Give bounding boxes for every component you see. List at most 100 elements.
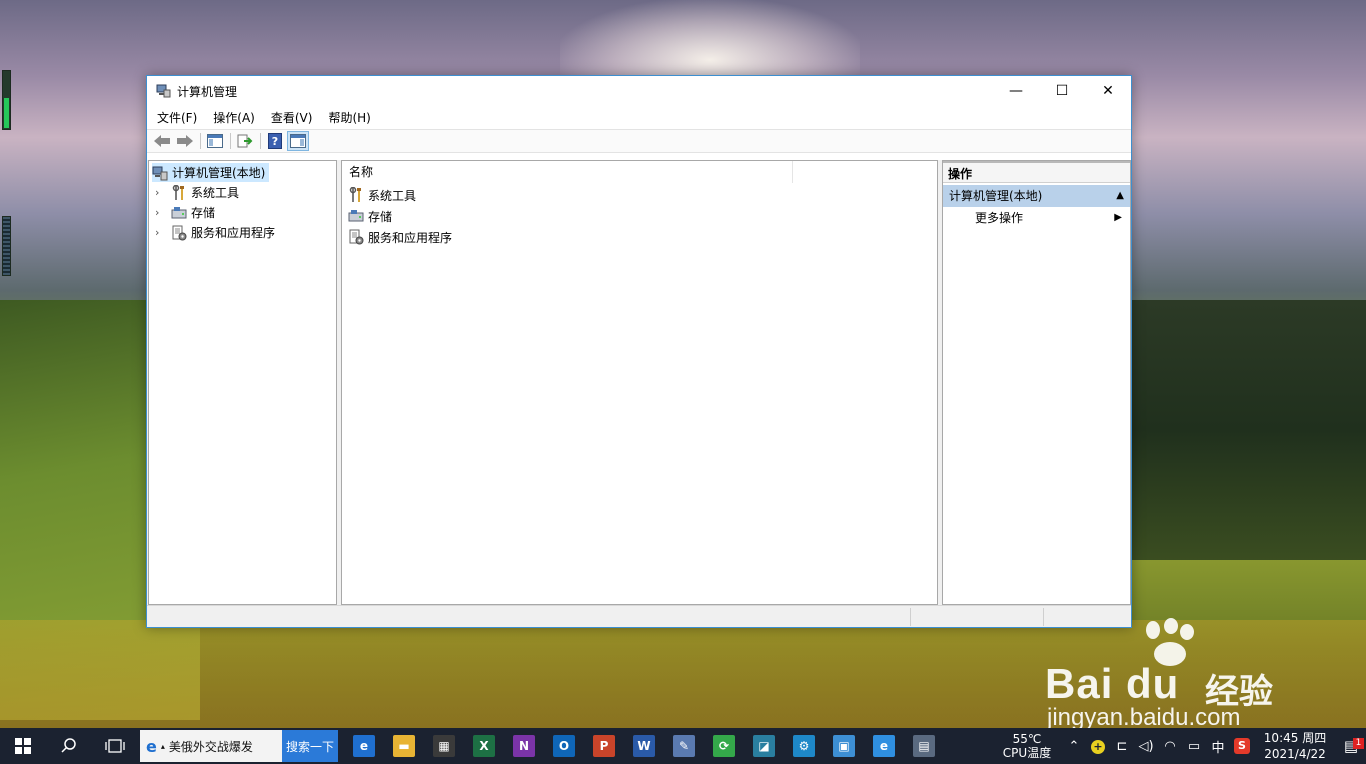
- storage-icon: [348, 208, 364, 224]
- edge-icon-glyph: e: [353, 735, 375, 757]
- list-item-label: 系统工具: [368, 188, 417, 203]
- outlook-icon[interactable]: O: [544, 728, 584, 764]
- show-hide-action-pane-icon[interactable]: [287, 131, 309, 151]
- status-divider: [910, 608, 911, 626]
- list-item-storage[interactable]: 存储: [348, 206, 392, 226]
- system-tools-icon: [171, 184, 187, 201]
- green-app-icon[interactable]: ⟳: [704, 728, 744, 764]
- wifi-icon[interactable]: ◠: [1158, 739, 1182, 754]
- action-more-actions[interactable]: 更多操作 ▶: [943, 207, 1130, 229]
- result-list-pane: 名称 系统工具 存储 服务和应用程序: [341, 160, 938, 605]
- tree-item-system-tools[interactable]: › 系统工具: [155, 183, 239, 202]
- dropdown-icon: ▴: [160, 741, 165, 751]
- minimize-button[interactable]: —: [993, 76, 1039, 105]
- settings-app-icon[interactable]: ⚙: [784, 728, 824, 764]
- task-view-icon[interactable]: [92, 728, 138, 764]
- baidu-jingyan-watermark: Bai du 经验 jingyan.baidu.com: [1045, 618, 1305, 731]
- expand-icon[interactable]: ›: [155, 186, 165, 199]
- svg-text:?: ?: [272, 135, 278, 148]
- outlook-icon-glyph: O: [553, 735, 575, 757]
- toolbar: ?: [147, 129, 1131, 153]
- menu-file[interactable]: 文件(F): [157, 109, 197, 126]
- tree-item-root[interactable]: 计算机管理(本地): [152, 163, 270, 182]
- services-icon: [171, 225, 187, 241]
- services-icon: [348, 229, 364, 245]
- show-hidden-icons-chevron-icon[interactable]: ⌃: [1062, 739, 1086, 754]
- list-item-services-apps[interactable]: 服务和应用程序: [348, 227, 452, 247]
- computer-management-icon: [152, 165, 168, 181]
- list-header: 名称: [342, 160, 937, 183]
- show-hide-tree-icon[interactable]: [204, 131, 226, 151]
- search-icon[interactable]: [46, 728, 92, 764]
- windows-logo-icon: [15, 738, 31, 754]
- forward-icon[interactable]: [174, 131, 196, 151]
- volume-icon[interactable]: ◁): [1134, 739, 1158, 754]
- status-divider: [1043, 608, 1044, 626]
- start-button[interactable]: [0, 728, 46, 764]
- computer-management-icon[interactable]: ▤: [904, 728, 944, 764]
- photo-app-icon[interactable]: ◪: [744, 728, 784, 764]
- desktop-gadget-meter[interactable]: [2, 70, 11, 130]
- paint-icon-glyph: ✎: [673, 735, 695, 757]
- expand-icon[interactable]: ›: [155, 226, 165, 239]
- tree-item-label: 计算机管理(本地): [172, 166, 266, 180]
- actions-section-computer-management[interactable]: 计算机管理(本地) ▲: [943, 185, 1130, 207]
- menu-bar: 文件(F) 操作(A) 查看(V) 帮助(H): [147, 105, 1131, 129]
- store-icon-glyph: ▦: [433, 735, 455, 757]
- news-search-box[interactable]: e ▴ 美俄外交战爆发: [140, 730, 282, 762]
- storage-icon: [171, 205, 187, 221]
- menu-help[interactable]: 帮助(H): [328, 109, 370, 126]
- title-bar[interactable]: 计算机管理 — ☐ ✕: [147, 76, 1131, 105]
- green-app-icon-glyph: ⟳: [713, 735, 735, 757]
- search-button[interactable]: 搜索一下: [282, 730, 338, 762]
- menu-action[interactable]: 操作(A): [213, 109, 255, 126]
- ie-icon: e: [146, 736, 157, 756]
- expand-icon[interactable]: ›: [155, 206, 165, 219]
- onenote-icon[interactable]: N: [504, 728, 544, 764]
- console-tree-pane: 计算机管理(本地) › 系统工具 › 存储 › 服务和应用程序: [148, 160, 337, 605]
- tree-item-services-apps[interactable]: › 服务和应用程序: [155, 223, 275, 242]
- desktop-gadget-bar[interactable]: [2, 216, 11, 276]
- store-icon[interactable]: ▦: [424, 728, 464, 764]
- sogou-input-icon[interactable]: S: [1230, 738, 1254, 754]
- menu-view[interactable]: 查看(V): [271, 109, 313, 126]
- action-center-icon[interactable]: ▤ 1: [1336, 737, 1366, 755]
- cpu-temp-label: CPU温度: [1002, 746, 1052, 760]
- toolbar-separator: [230, 133, 231, 149]
- content-area: 计算机管理(本地) › 系统工具 › 存储 › 服务和应用程序 名称 系统工具 …: [147, 160, 1131, 605]
- file-explorer-icon-glyph: ▬: [393, 735, 415, 757]
- tree-item-storage[interactable]: › 存储: [155, 203, 215, 222]
- column-header-name[interactable]: 名称: [342, 160, 793, 183]
- cpu-temp-widget[interactable]: 55℃ CPU温度: [992, 732, 1062, 760]
- help-icon[interactable]: ?: [264, 131, 286, 151]
- submenu-arrow-icon: ▶: [1114, 212, 1122, 223]
- close-button[interactable]: ✕: [1085, 76, 1131, 105]
- back-icon[interactable]: [151, 131, 173, 151]
- tree-item-label: 系统工具: [191, 186, 240, 200]
- list-item-system-tools[interactable]: 系统工具: [348, 185, 416, 205]
- excel-icon[interactable]: X: [464, 728, 504, 764]
- actions-pane: 操作 计算机管理(本地) ▲ 更多操作 ▶: [942, 160, 1131, 605]
- news-search-text: 美俄外交战爆发: [168, 739, 253, 754]
- word-icon[interactable]: W: [624, 728, 664, 764]
- paint-icon[interactable]: ✎: [664, 728, 704, 764]
- list-item-label: 存储: [368, 209, 393, 224]
- powerpoint-icon[interactable]: P: [584, 728, 624, 764]
- edge-icon[interactable]: e: [344, 728, 384, 764]
- file-explorer-icon[interactable]: ▬: [384, 728, 424, 764]
- settings-app-icon-glyph: ⚙: [793, 735, 815, 757]
- excel-icon-glyph: X: [473, 735, 495, 757]
- battery-network-icon[interactable]: ⊏: [1110, 739, 1134, 754]
- system-info-icon-glyph: ▣: [833, 735, 855, 757]
- chat-icon[interactable]: ▭: [1182, 739, 1206, 754]
- export-list-icon[interactable]: [234, 131, 256, 151]
- clock[interactable]: 10:45 周四 2021/4/22: [1254, 730, 1336, 762]
- collapse-arrow-icon[interactable]: ▲: [1116, 185, 1124, 207]
- ie-icon[interactable]: e: [864, 728, 904, 764]
- tree-item-label: 存储: [191, 206, 216, 220]
- actions-header: 操作: [943, 161, 1130, 183]
- maximize-button[interactable]: ☐: [1039, 76, 1085, 105]
- security-shield-icon[interactable]: +: [1086, 739, 1110, 754]
- ime-indicator[interactable]: 中: [1206, 737, 1230, 756]
- system-info-icon[interactable]: ▣: [824, 728, 864, 764]
